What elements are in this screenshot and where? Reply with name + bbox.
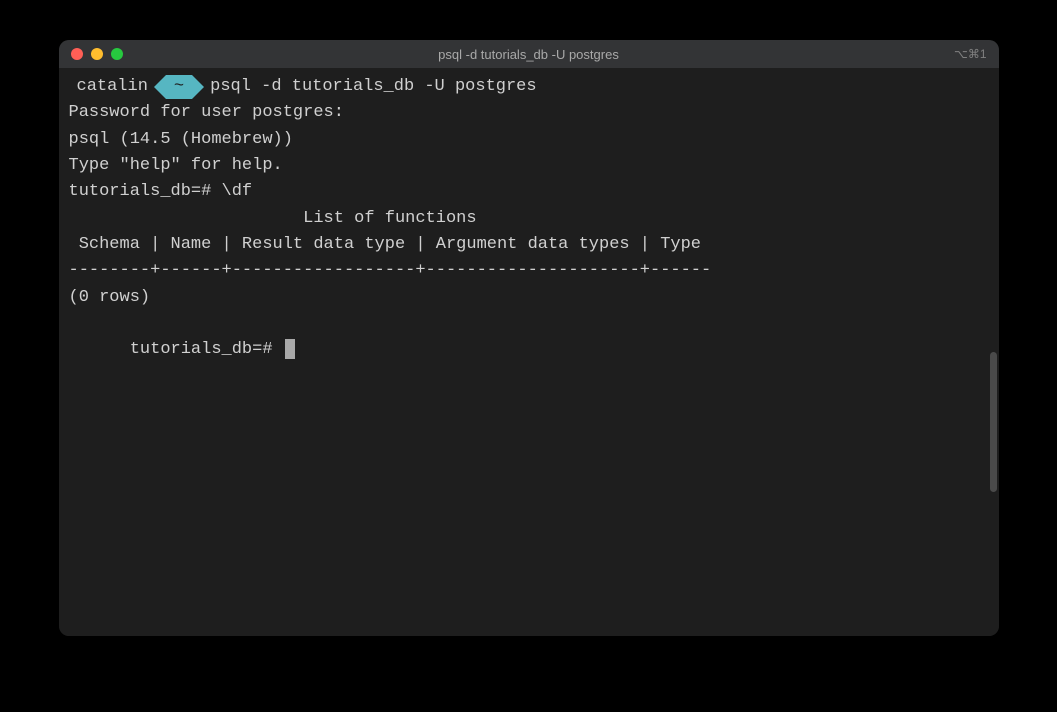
scrollbar-thumb[interactable] (990, 352, 997, 492)
psql-prompt-text: tutorials_db=# (130, 340, 283, 359)
traffic-lights (71, 48, 123, 60)
psql-prompt-line: tutorials_db=# \df (69, 179, 989, 205)
table-divider: --------+------+------------------+-----… (69, 258, 989, 284)
window-title: psql -d tutorials_db -U postgres (438, 47, 619, 62)
tab-indicator: ⌥⌘1 (954, 47, 987, 61)
title-bar: psql -d tutorials_db -U postgres ⌥⌘1 (59, 40, 999, 68)
prompt-user: catalin (69, 74, 152, 100)
maximize-icon[interactable] (111, 48, 123, 60)
prompt-command: psql -d tutorials_db -U postgres (210, 74, 536, 100)
output-line: Type "help" for help. (69, 153, 989, 179)
output-line: Password for user postgres: (69, 100, 989, 126)
close-icon[interactable] (71, 48, 83, 60)
shell-prompt-line: catalin ~ psql -d tutorials_db -U postgr… (69, 74, 989, 100)
row-count: (0 rows) (69, 285, 989, 311)
output-line: List of functions (69, 206, 989, 232)
psql-active-prompt: tutorials_db=# (69, 311, 989, 390)
output-line: psql (14.5 (Homebrew)) (69, 127, 989, 153)
prompt-badge: ~ (166, 75, 192, 99)
minimize-icon[interactable] (91, 48, 103, 60)
table-header: Schema | Name | Result data type | Argum… (69, 232, 989, 258)
terminal-body[interactable]: catalin ~ psql -d tutorials_db -U postgr… (59, 68, 999, 636)
cursor-icon (285, 339, 295, 359)
terminal-window: psql -d tutorials_db -U postgres ⌥⌘1 cat… (59, 40, 999, 636)
